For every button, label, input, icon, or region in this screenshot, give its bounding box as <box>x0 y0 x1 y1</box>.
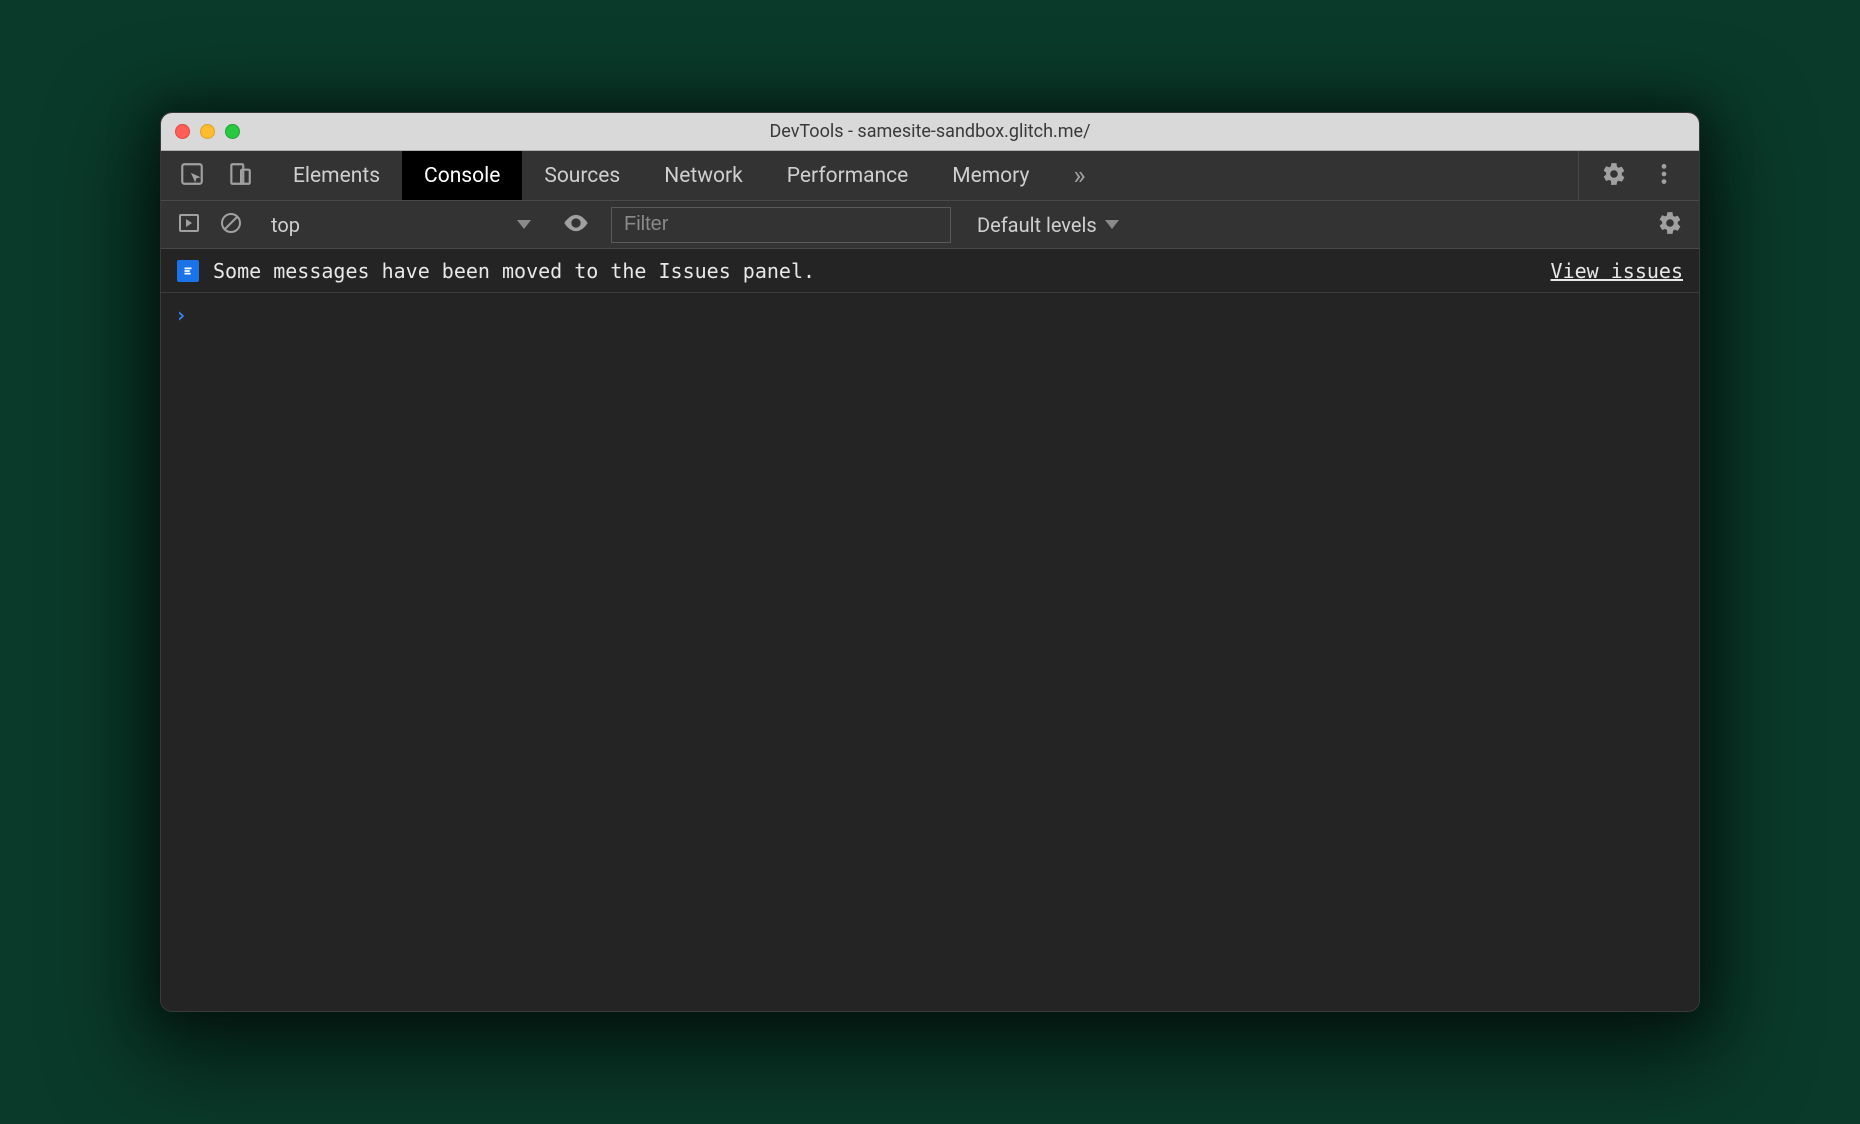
context-label: top <box>271 213 300 237</box>
console-toolbar-left <box>177 211 243 239</box>
tab-network[interactable]: Network <box>642 151 765 200</box>
levels-label: Default levels <box>977 213 1097 237</box>
tab-label: Sources <box>544 164 620 188</box>
more-options-button[interactable] <box>1651 161 1677 191</box>
chevron-down-icon <box>1105 220 1119 229</box>
settings-button[interactable] <box>1601 161 1627 191</box>
tab-label: Memory <box>952 164 1029 188</box>
tab-label: Network <box>664 164 743 188</box>
window-title: DevTools - samesite-sandbox.glitch.me/ <box>161 121 1699 142</box>
tab-sources[interactable]: Sources <box>522 151 642 200</box>
chevron-down-icon <box>517 220 531 229</box>
window-titlebar: DevTools - samesite-sandbox.glitch.me/ <box>161 113 1699 151</box>
execution-context-select[interactable]: top <box>261 207 541 243</box>
tab-label: Elements <box>293 164 380 188</box>
tab-performance[interactable]: Performance <box>765 151 930 200</box>
filter-input[interactable] <box>611 207 951 243</box>
main-tabs: Elements Console Sources Network Perform… <box>161 151 1699 201</box>
issues-info-bar: Some messages have been moved to the Iss… <box>161 249 1699 293</box>
view-issues-link[interactable]: View issues <box>1551 259 1683 283</box>
inspect-tools <box>161 151 271 200</box>
chevron-right-double-icon: » <box>1073 161 1085 191</box>
issues-message: Some messages have been moved to the Iss… <box>213 259 1537 283</box>
devtools-window: DevTools - samesite-sandbox.glitch.me/ E… <box>160 112 1700 1012</box>
tab-memory[interactable]: Memory <box>930 151 1051 200</box>
issues-icon <box>177 260 199 282</box>
tab-label: Console <box>424 164 500 188</box>
tab-elements[interactable]: Elements <box>271 151 402 200</box>
close-window-button[interactable] <box>175 124 190 139</box>
toggle-sidebar-icon[interactable] <box>177 211 201 239</box>
more-tabs-button[interactable]: » <box>1051 151 1107 200</box>
console-toolbar: top Default levels <box>161 201 1699 249</box>
device-toggle-icon[interactable] <box>227 161 253 191</box>
clear-console-icon[interactable] <box>219 211 243 239</box>
traffic-lights <box>161 124 240 139</box>
minimize-window-button[interactable] <box>200 124 215 139</box>
live-expression-icon[interactable] <box>562 209 590 241</box>
tab-console[interactable]: Console <box>402 151 522 200</box>
main-tabs-right <box>1578 151 1699 200</box>
inspect-element-icon[interactable] <box>179 161 205 191</box>
console-prompt: › <box>175 303 187 327</box>
console-settings-button[interactable] <box>1657 210 1683 240</box>
maximize-window-button[interactable] <box>225 124 240 139</box>
log-levels-select[interactable]: Default levels <box>969 213 1127 237</box>
console-body[interactable]: › <box>161 293 1699 1011</box>
tab-label: Performance <box>787 164 908 188</box>
